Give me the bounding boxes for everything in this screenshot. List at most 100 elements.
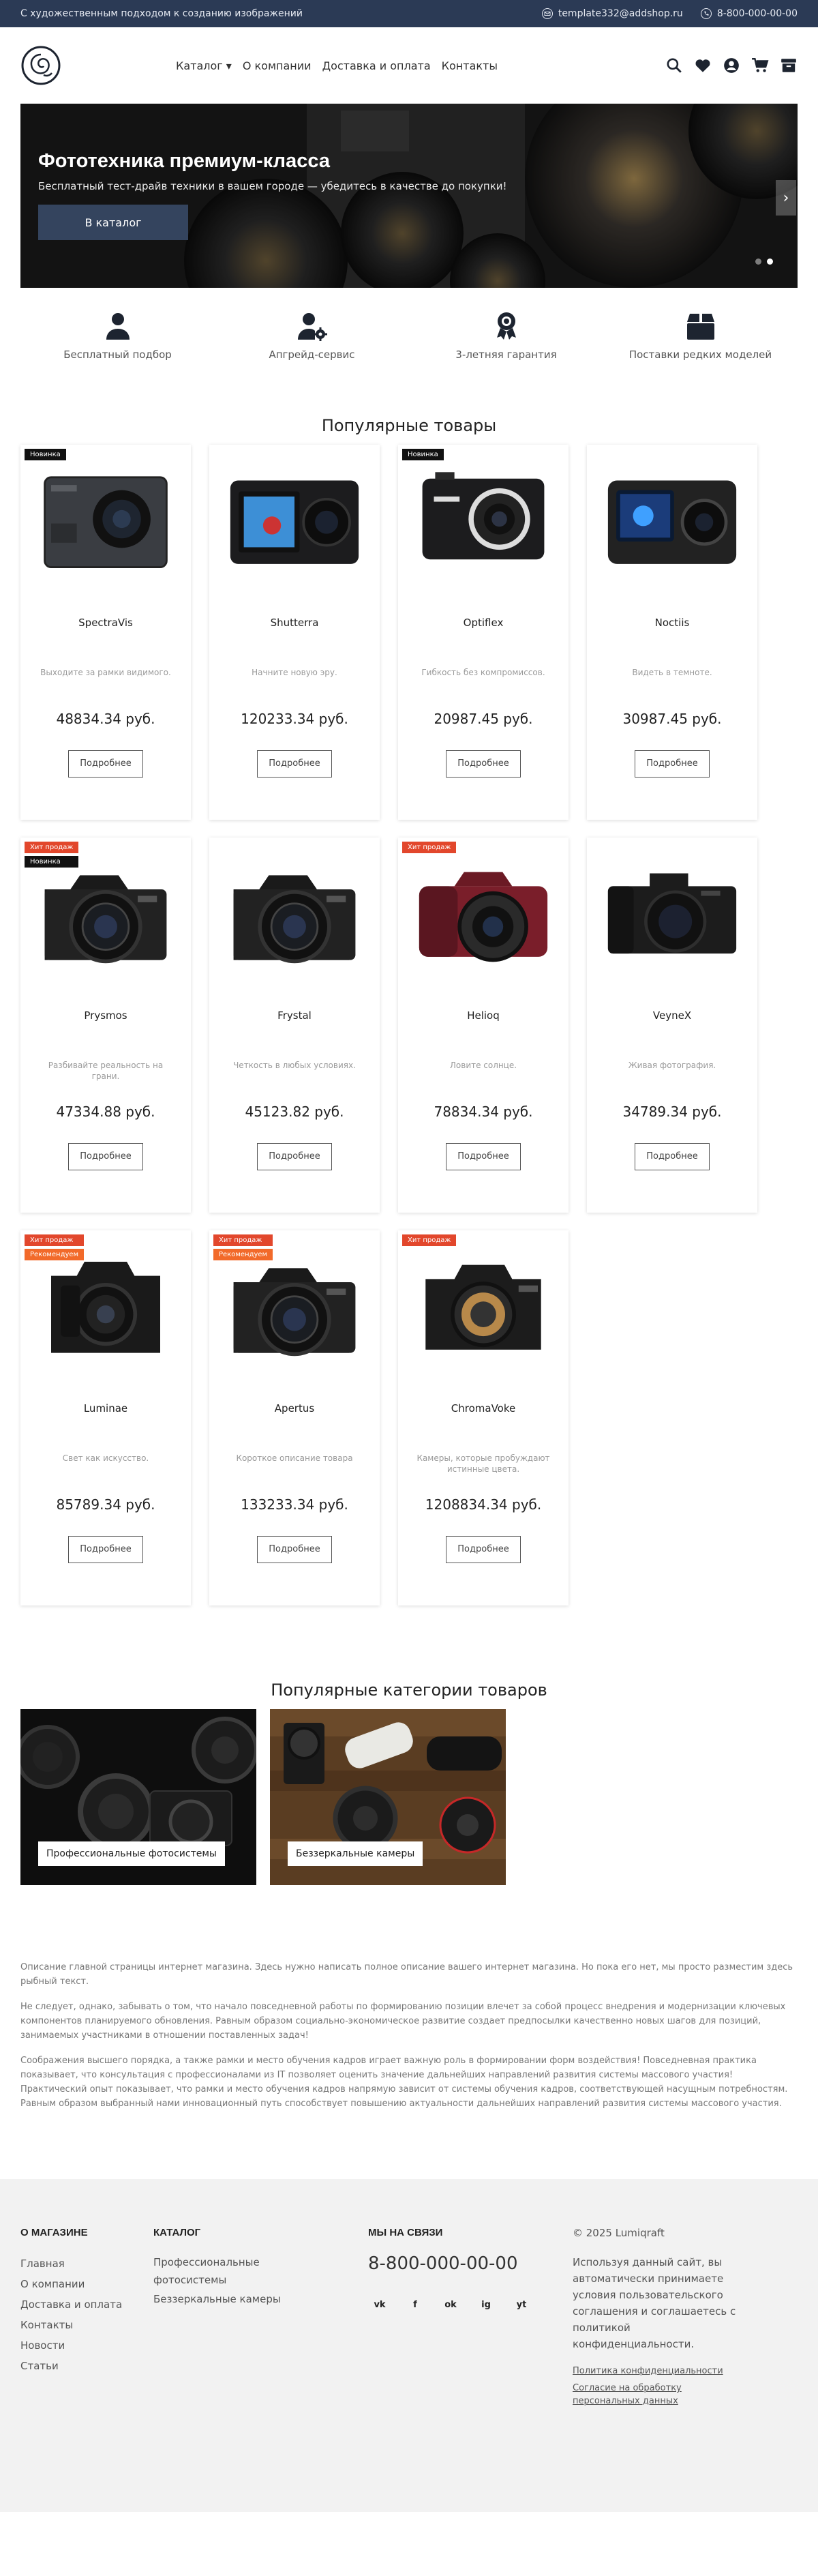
nav-delivery[interactable]: Доставка и оплата <box>322 59 431 72</box>
product-image[interactable] <box>398 838 569 967</box>
product-price: 20987.45 руб. <box>434 711 533 727</box>
footer-link-delivery[interactable]: Доставка и оплата <box>20 2294 153 2315</box>
product-card[interactable]: Хит продаж ChromaVoke Камеры, которые проб… <box>398 1230 569 1605</box>
product-more-button[interactable]: Подробнее <box>68 750 143 778</box>
seo-paragraph: Описание главной страницы интернет магаз… <box>20 1962 793 1987</box>
product-more-button[interactable]: Подробнее <box>446 750 521 778</box>
consent-link[interactable]: Согласие на обработку персональных данны… <box>573 2382 736 2408</box>
product-card[interactable]: Хит продаж Рекомендуем Luminae Свет как иск… <box>20 1230 191 1605</box>
email-text: template332@addshop.ru <box>558 8 683 19</box>
footer-link-pro-systems[interactable]: Профессиональные фотосистемы <box>153 2253 290 2289</box>
archive-icon[interactable] <box>780 57 798 74</box>
product-badge: Новинка <box>25 856 79 868</box>
product-name[interactable]: SpectraVis <box>20 617 191 629</box>
nav-catalog[interactable]: Каталог ▾ <box>176 59 232 72</box>
product-name[interactable]: Apertus <box>209 1402 380 1415</box>
award-icon <box>496 312 516 340</box>
product-card[interactable]: Новинка Optiflex Гибкость без компромиссов… <box>398 445 569 820</box>
youtube-icon[interactable]: yt <box>510 2293 533 2316</box>
product-more-button[interactable]: Подробнее <box>257 1536 332 1563</box>
product-card[interactable]: VeyneX Живая фотография. 34789.34 руб. Подр… <box>587 838 757 1213</box>
product-description: Гибкость без компромиссов. <box>421 668 545 677</box>
product-more-button[interactable]: Подробнее <box>446 1536 521 1563</box>
footer-link-about[interactable]: О компании <box>20 2274 153 2294</box>
logo-icon[interactable] <box>20 45 61 86</box>
product-name[interactable]: VeyneX <box>587 1009 757 1022</box>
product-name[interactable]: Prysmos <box>20 1009 191 1022</box>
product-card[interactable]: Frystal Четкость в любых условиях. 45123.8… <box>209 838 380 1213</box>
user-icon <box>106 313 130 340</box>
product-badge: Новинка <box>25 449 66 460</box>
product-card[interactable]: Noctiis Видеть в темноте. 30987.45 руб. Под… <box>587 445 757 820</box>
feature-label: 3-летняя гарантия <box>455 349 557 361</box>
feature-label: Поставки редких моделей <box>628 349 772 361</box>
product-card[interactable]: Хит продаж Рекомендуем Apertus Короткое опи… <box>209 1230 380 1605</box>
category-card[interactable]: Беззеркальные камеры <box>270 1709 506 1885</box>
odnoklassniki-icon[interactable]: ok <box>439 2293 462 2316</box>
cart-icon[interactable] <box>751 57 769 74</box>
category-card[interactable]: Профессиональные фотосистемы <box>20 1709 256 1885</box>
phone-icon <box>700 8 712 19</box>
footer-link-mirrorless[interactable]: Беззеркальные камеры <box>153 2289 368 2309</box>
nav-about[interactable]: О компании <box>243 59 312 72</box>
category-label: Беззеркальные камеры <box>288 1841 423 1866</box>
user-icon[interactable] <box>723 57 740 74</box>
product-image[interactable] <box>398 1230 569 1360</box>
hero-background-image <box>20 104 798 288</box>
privacy-link[interactable]: Политика конфиденциальности <box>573 2365 736 2378</box>
product-more-button[interactable]: Подробнее <box>68 1536 143 1563</box>
product-card[interactable]: Хит продаж Helioq Ловите солнце. 78834.34 р… <box>398 838 569 1213</box>
product-more-button[interactable]: Подробнее <box>257 1143 332 1170</box>
product-image[interactable] <box>209 838 380 967</box>
footer-catalog: КАТАЛОГ Профессиональные фотосистемы Без… <box>153 2227 368 2412</box>
product-image[interactable] <box>398 445 569 574</box>
footer-phone[interactable]: 8-800-000-00-00 <box>368 2253 573 2274</box>
product-badges: Хит продаж <box>402 1234 457 1246</box>
product-image[interactable] <box>209 445 380 574</box>
product-more-button[interactable]: Подробнее <box>68 1143 143 1170</box>
product-description: Ловите солнце. <box>449 1061 517 1070</box>
instagram-icon[interactable]: ig <box>474 2293 498 2316</box>
phone-link[interactable]: 8-800-000-00-00 <box>700 8 798 19</box>
product-badges: Хит продаж Новинка <box>25 842 79 868</box>
slider-next-button[interactable]: › <box>776 180 796 216</box>
heart-icon[interactable] <box>694 57 712 74</box>
footer-link-articles[interactable]: Статьи <box>20 2356 153 2376</box>
header: Каталог ▾ О компании Доставка и оплата К… <box>0 27 818 104</box>
product-name[interactable]: Shutterra <box>209 617 380 629</box>
slider-dot-active[interactable] <box>767 258 773 265</box>
product-name[interactable]: Helioq <box>398 1009 569 1022</box>
product-image[interactable] <box>587 838 757 967</box>
footer-link-news[interactable]: Новости <box>20 2335 153 2356</box>
facebook-icon[interactable]: f <box>404 2293 427 2316</box>
product-card[interactable]: Shutterra Начните новую эру. 120233.34 руб… <box>209 445 380 820</box>
vk-icon[interactable]: vk <box>368 2293 391 2316</box>
product-image[interactable] <box>587 445 757 574</box>
features: Бесплатный подбор Апгрейд-сервис 3-летня… <box>20 311 798 372</box>
footer-about-title: О МАГАЗИНЕ <box>20 2227 88 2238</box>
slider-dot[interactable] <box>755 258 761 265</box>
footer-link-home[interactable]: Главная <box>20 2253 153 2274</box>
tagline: С художественным подходом к созданию изо… <box>20 8 303 19</box>
product-name[interactable]: Optiflex <box>398 617 569 629</box>
product-name[interactable]: Noctiis <box>587 617 757 629</box>
product-more-button[interactable]: Подробнее <box>635 1143 710 1170</box>
hero-catalog-button[interactable]: В каталог <box>38 205 188 240</box>
email-link[interactable]: template332@addshop.ru <box>541 8 683 19</box>
product-name[interactable]: Frystal <box>209 1009 380 1022</box>
product-more-button[interactable]: Подробнее <box>446 1143 521 1170</box>
product-more-button[interactable]: Подробнее <box>257 750 332 778</box>
product-card[interactable]: Новинка SpectraVis Выходите за рамки видим… <box>20 445 191 820</box>
product-more-button[interactable]: Подробнее <box>635 750 710 778</box>
search-icon[interactable] <box>665 57 683 74</box>
product-card[interactable]: Хит продаж Новинка Prysmos Разбивайте реаль… <box>20 838 191 1213</box>
product-name[interactable]: Luminae <box>20 1402 191 1415</box>
product-price: 47334.88 руб. <box>56 1104 155 1120</box>
product-name[interactable]: ChromaVoke <box>398 1402 569 1415</box>
nav-contacts[interactable]: Контакты <box>442 59 498 72</box>
categories: Профессиональные фотосистемы Беззеркальн… <box>20 1709 798 1885</box>
product-grid: Новинка SpectraVis Выходите за рамки видим… <box>20 445 798 1605</box>
footer-link-contacts[interactable]: Контакты <box>20 2315 153 2335</box>
product-badges: Новинка <box>25 449 66 460</box>
product-image[interactable] <box>20 445 191 574</box>
